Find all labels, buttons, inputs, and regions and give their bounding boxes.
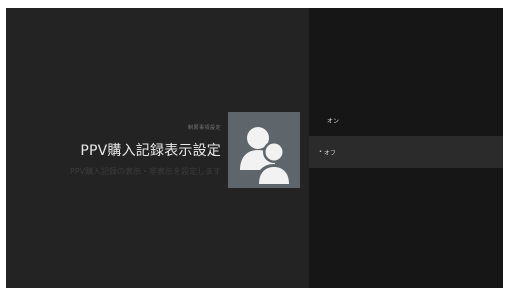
option-label: オフ <box>323 149 336 157</box>
option-off[interactable]: • オフ <box>309 136 503 168</box>
setting-description: PPV購入記録の表示・非表示を設定します <box>69 167 221 176</box>
option-on[interactable]: オン <box>309 104 503 136</box>
page-title: PPV購入記録表示設定 <box>80 143 221 159</box>
breadcrumb: 制限事項設定 <box>187 125 221 131</box>
tv-screen: 制限事項設定 PPV購入記録表示設定 PPV購入記録の表示・非表示を設定します … <box>6 8 503 288</box>
account-icon <box>240 127 292 184</box>
option-row: • オフ <box>319 148 336 157</box>
settings-info-panel: 制限事項設定 PPV購入記録表示設定 PPV購入記録の表示・非表示を設定します <box>6 8 309 288</box>
option-label: オン <box>327 117 340 125</box>
selected-marker-icon: • <box>319 149 322 155</box>
account-icon-tile <box>228 112 300 188</box>
options-list: オン • オフ <box>309 8 503 288</box>
